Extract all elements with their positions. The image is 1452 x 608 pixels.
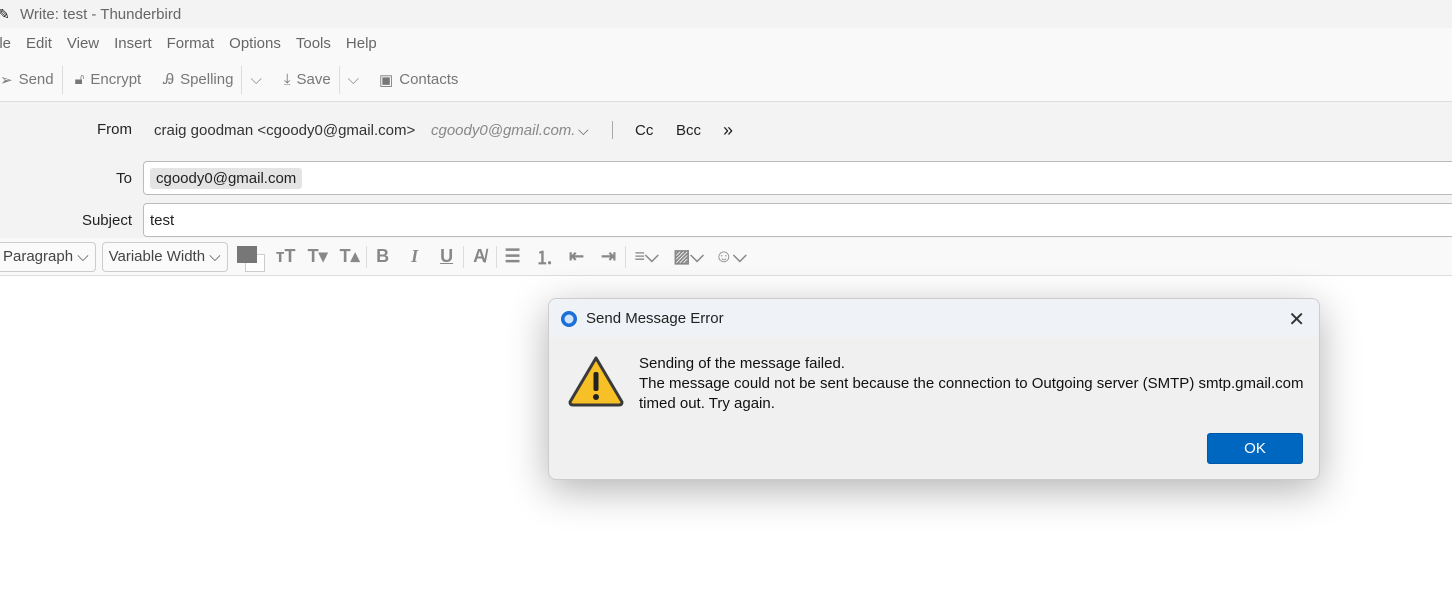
download-icon: ⤓ [283, 71, 291, 88]
emoji-icon[interactable]: ☺⌵ [710, 246, 752, 267]
ok-button[interactable]: OK [1207, 433, 1303, 464]
menu-format[interactable]: Format [167, 35, 215, 52]
from-identity[interactable]: cgoody0@gmail.com. [431, 122, 575, 139]
unlock-icon: 🔓︎ [74, 71, 85, 88]
paragraph-label: Paragraph [3, 248, 74, 265]
font-select[interactable]: Variable Width ⌵ [101, 241, 228, 272]
send-error-dialog: Send Message Error ✕ Sending of the mess… [548, 298, 1320, 480]
spelling-button[interactable]: Ꭿ Spelling [155, 64, 241, 96]
align-icon[interactable]: ≡⌵ [626, 246, 668, 267]
cc-button[interactable]: Cc [635, 122, 653, 139]
warning-icon [568, 356, 624, 407]
save-label: Save [296, 71, 331, 88]
save-dropdown-chevron-icon[interactable]: ⌵ [340, 71, 367, 88]
spelling-dropdown-chevron-icon[interactable]: ⌵ [242, 71, 269, 88]
separator [61, 65, 63, 94]
underline-icon[interactable]: U [431, 246, 463, 267]
subject-label: Subject [81, 212, 132, 229]
encrypt-label: Encrypt [90, 71, 142, 88]
contacts-label: Contacts [399, 71, 459, 88]
clear-formatting-icon[interactable]: A̸ [464, 246, 496, 267]
smaller-text-icon[interactable]: T▾ [302, 246, 334, 267]
close-icon[interactable]: ✕ [1288, 307, 1305, 332]
compose-toolbar: ➢ Send 🔓︎ Encrypt Ꭿ Spelling ⌵ ⤓ Save ⌵ ▣ Con… [0, 58, 1452, 102]
thunderbird-logo-icon [561, 311, 577, 327]
send-button[interactable]: ➢ Send [0, 64, 62, 96]
outdent-icon[interactable]: ⇤ [561, 246, 593, 267]
menu-view[interactable]: View [67, 35, 99, 52]
to-field[interactable]: cgoody0@gmail.com [143, 161, 1452, 195]
error-message: Sending of the message failed. The messa… [639, 354, 1304, 414]
from-select[interactable]: craig goodman <cgoody0@gmail.com> [154, 122, 415, 139]
larger-text-icon[interactable]: T▴ [334, 246, 366, 267]
menu-tools[interactable]: Tools [296, 35, 331, 52]
menu-options[interactable]: Options [229, 35, 281, 52]
numbered-list-icon[interactable]: ⒈ [529, 244, 561, 270]
menu-file[interactable]: ile [0, 35, 11, 52]
window-title: Write: test - Thunderbird [20, 5, 182, 23]
pencil-icon: ✎ [0, 5, 10, 22]
error-line-2: The message could not be sent because th… [639, 375, 1304, 392]
bullet-list-icon[interactable]: ☰ [497, 246, 529, 267]
insert-image-icon[interactable]: ▨⌵ [668, 246, 710, 267]
spelling-label: Spelling [180, 71, 234, 88]
send-icon: ➢ [0, 71, 13, 89]
bold-icon[interactable]: B [367, 246, 399, 267]
encrypt-button[interactable]: 🔓︎ Encrypt [67, 64, 150, 96]
contacts-button[interactable]: ▣ Contacts [371, 64, 466, 96]
font-label: Variable Width [108, 248, 206, 265]
from-chevron-down-icon[interactable]: ⌵ [578, 122, 589, 139]
color-picker[interactable] [234, 242, 270, 272]
spellcheck-icon: Ꭿ [163, 71, 175, 88]
error-line-3: timed out. Try again. [639, 395, 775, 412]
menu-edit[interactable]: Edit [26, 35, 52, 52]
bcc-button[interactable]: Bcc [676, 122, 701, 139]
send-label: Send [18, 71, 54, 88]
from-row: craig goodman <cgoody0@gmail.com> cgoody… [0, 118, 1452, 142]
title-bar: ✎ Write: test - Thunderbird [0, 0, 1452, 28]
subject-value: test [150, 211, 175, 229]
paragraph-format-select[interactable]: Paragraph ⌵ [0, 241, 96, 272]
format-toolbar: Paragraph ⌵ Variable Width ⌵ ᴛT T▾ T▴ B … [0, 238, 1452, 276]
to-label: To [116, 170, 132, 187]
address-book-icon: ▣ [379, 71, 394, 89]
italic-icon[interactable]: I [399, 246, 431, 267]
subject-input[interactable]: test [143, 203, 1452, 237]
text-color-swatch[interactable] [236, 245, 257, 263]
font-size-icon[interactable]: ᴛT [270, 246, 302, 267]
recipient-pill[interactable]: cgoody0@gmail.com [150, 167, 303, 189]
save-button[interactable]: ⤓ Save [276, 64, 339, 96]
menu-bar: ile Edit View Insert Format Options Tool… [0, 28, 1452, 58]
error-line-1: Sending of the message failed. [639, 355, 845, 372]
more-fields-chevrons-icon[interactable]: » [723, 120, 733, 141]
dialog-title: Send Message Error [586, 309, 724, 327]
separator [612, 121, 613, 139]
dialog-title-bar: Send Message Error [549, 299, 1319, 337]
menu-help[interactable]: Help [346, 35, 377, 52]
indent-icon[interactable]: ⇥ [593, 246, 625, 267]
menu-insert[interactable]: Insert [114, 35, 152, 52]
